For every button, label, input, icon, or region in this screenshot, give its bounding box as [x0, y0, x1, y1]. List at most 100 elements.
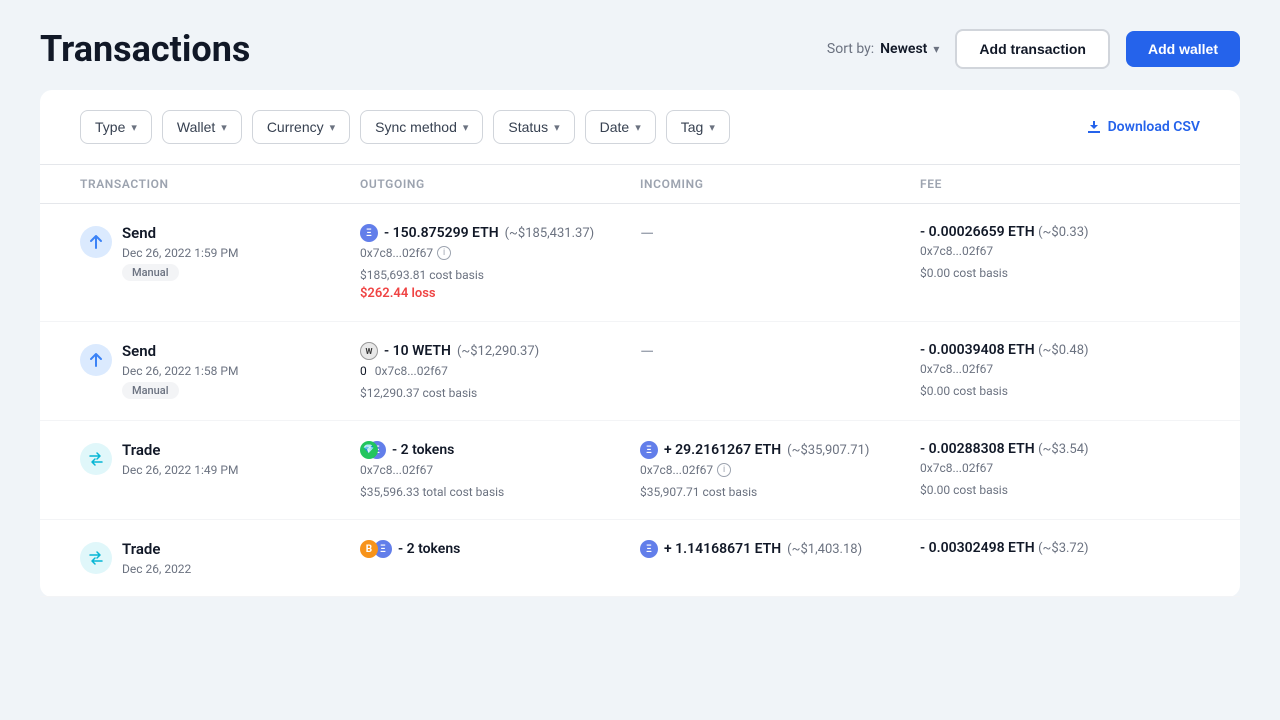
outgoing-address: 0x7c8...02f67 i: [360, 246, 640, 260]
manual-badge: Manual: [122, 382, 179, 399]
tag-chevron-icon: ▾: [709, 121, 715, 134]
sync-method-chevron-icon: ▾: [463, 121, 469, 134]
sort-by-control[interactable]: Sort by: Newest ▾: [827, 41, 940, 57]
outgoing-cell: B Ξ - 2 tokens: [360, 540, 640, 558]
multi-token-icon: 💎 Ξ: [360, 441, 386, 459]
incoming-cost-basis: $35,907.71 cost basis: [640, 485, 920, 499]
incoming-dash: —: [640, 342, 920, 363]
outgoing-cost-basis: $12,290.37 cost basis: [360, 386, 640, 400]
info-icon[interactable]: i: [437, 246, 451, 260]
sort-chevron-icon: ▾: [933, 42, 939, 56]
outgoing-amount: B Ξ - 2 tokens: [360, 540, 640, 558]
status-filter-label: Status: [508, 119, 548, 135]
outgoing-amount: Ξ - 150.875299 ETH (~$185,431.37): [360, 224, 640, 242]
outgoing-cell: W - 10 WETH (~$12,290.37) 0 0x7c8...02f6…: [360, 342, 640, 400]
col-incoming: Incoming: [640, 177, 920, 191]
col-fee: Fee: [920, 177, 1200, 191]
type-name: Trade: [122, 540, 191, 558]
outgoing-amount: 💎 Ξ - 2 tokens: [360, 441, 640, 459]
trade-icon: [80, 443, 112, 475]
incoming-value: + 1.14168671 ETH: [664, 541, 781, 557]
outgoing-cell: 💎 Ξ - 2 tokens 0x7c8...02f67 $35,596.33 …: [360, 441, 640, 499]
fee-amount: - 0.00039408 ETH (~$0.48): [920, 342, 1200, 358]
filter-buttons: Type ▾ Wallet ▾ Currency ▾ Sync method ▾…: [80, 110, 730, 144]
fee-cell: - 0.00302498 ETH (~$3.72): [920, 540, 1200, 556]
up-arrow-icon: [88, 234, 104, 250]
type-info: Trade Dec 26, 2022: [122, 540, 191, 576]
type-cell: Trade Dec 26, 2022 1:49 PM: [80, 441, 360, 477]
date-chevron-icon: ▾: [635, 121, 641, 134]
tag-filter-label: Tag: [681, 119, 704, 135]
page-title: Transactions: [40, 28, 250, 70]
multi-token-icon: B Ξ: [360, 540, 392, 558]
type-info: Send Dec 26, 2022 1:58 PM Manual: [122, 342, 238, 399]
fee-usd: (~$0.33): [1038, 225, 1088, 240]
currency-chevron-icon: ▾: [330, 121, 336, 134]
table-row: Send Dec 26, 2022 1:59 PM Manual Ξ - 150…: [40, 204, 1240, 322]
fee-amount: - 0.00302498 ETH (~$3.72): [920, 540, 1200, 556]
eth-icon: Ξ: [640, 441, 658, 459]
outgoing-address: 0x7c8...02f67: [360, 463, 640, 477]
incoming-usd: (~$1,403.18): [787, 542, 862, 557]
type-chevron-icon: ▾: [131, 121, 137, 134]
type-filter[interactable]: Type ▾: [80, 110, 152, 144]
download-csv-button[interactable]: Download CSV: [1086, 119, 1200, 135]
wallet-chevron-icon: ▾: [221, 121, 227, 134]
outgoing-value: - 2 tokens: [398, 541, 460, 557]
currency-filter[interactable]: Currency ▾: [252, 110, 350, 144]
table-row: Trade Dec 26, 2022 1:49 PM 💎 Ξ - 2 token…: [40, 421, 1240, 520]
outgoing-cell: Ξ - 150.875299 ETH (~$185,431.37) 0x7c8.…: [360, 224, 640, 301]
fee-cell: - 0.00026659 ETH (~$0.33) 0x7c8...02f67 …: [920, 224, 1200, 280]
type-cell: Send Dec 26, 2022 1:59 PM Manual: [80, 224, 360, 281]
trade-arrows-icon: [88, 550, 104, 566]
fee-amount: - 0.00288308 ETH (~$3.54): [920, 441, 1200, 457]
outgoing-usd: (~$12,290.37): [457, 344, 539, 359]
trade-arrows-icon: [88, 451, 104, 467]
type-name: Send: [122, 342, 238, 360]
fee-cost-basis: $0.00 cost basis: [920, 483, 1200, 497]
eth-icon: Ξ: [640, 540, 658, 558]
page-header: Transactions Sort by: Newest ▾ Add trans…: [0, 0, 1280, 90]
col-outgoing: Outgoing: [360, 177, 640, 191]
outgoing-cost-basis: $35,596.33 total cost basis: [360, 485, 640, 499]
type-info: Trade Dec 26, 2022 1:49 PM: [122, 441, 238, 477]
incoming-cell: Ξ + 29.2161267 ETH (~$35,907.71) 0x7c8..…: [640, 441, 920, 499]
b-token-icon: B: [360, 540, 378, 558]
sync-method-filter[interactable]: Sync method ▾: [360, 110, 483, 144]
wallet-filter[interactable]: Wallet ▾: [162, 110, 242, 144]
eth-icon: Ξ: [360, 224, 378, 242]
info-icon[interactable]: i: [717, 463, 731, 477]
incoming-cell: Ξ + 1.14168671 ETH (~$1,403.18): [640, 540, 920, 558]
incoming-cell: —: [640, 224, 920, 245]
date-filter-label: Date: [600, 119, 630, 135]
add-transaction-button[interactable]: Add transaction: [955, 29, 1110, 69]
type-filter-label: Type: [95, 119, 125, 135]
fee-cell: - 0.00288308 ETH (~$3.54) 0x7c8...02f67 …: [920, 441, 1200, 497]
table-row: Send Dec 26, 2022 1:58 PM Manual W - 10 …: [40, 322, 1240, 421]
tag-filter[interactable]: Tag ▾: [666, 110, 730, 144]
col-transaction: Transaction: [80, 177, 360, 191]
fee-cost-basis: $0.00 cost basis: [920, 266, 1200, 280]
sync-method-filter-label: Sync method: [375, 119, 457, 135]
main-content: Type ▾ Wallet ▾ Currency ▾ Sync method ▾…: [0, 90, 1280, 597]
fee-amount: - 0.00026659 ETH (~$0.33): [920, 224, 1200, 240]
download-icon: [1086, 119, 1102, 135]
type-date: Dec 26, 2022 1:58 PM: [122, 364, 238, 378]
outgoing-value: - 2 tokens: [392, 442, 454, 458]
status-chevron-icon: ▾: [554, 121, 560, 134]
type-cell: Trade Dec 26, 2022: [80, 540, 360, 576]
manual-badge: Manual: [122, 264, 179, 281]
status-filter[interactable]: Status ▾: [493, 110, 574, 144]
weth-icon: W: [360, 342, 378, 360]
date-filter[interactable]: Date ▾: [585, 110, 656, 144]
fee-address: 0x7c8...02f67: [920, 244, 1200, 258]
fee-usd: (~$3.54): [1038, 442, 1088, 457]
send-icon: [80, 344, 112, 376]
type-cell: Send Dec 26, 2022 1:58 PM Manual: [80, 342, 360, 399]
fee-usd: (~$3.72): [1038, 541, 1088, 556]
incoming-value: + 29.2161267 ETH: [664, 442, 781, 458]
outgoing-address: 0 0x7c8...02f67: [360, 364, 640, 378]
incoming-dash: —: [640, 224, 920, 245]
download-csv-label: Download CSV: [1108, 119, 1200, 135]
add-wallet-button[interactable]: Add wallet: [1126, 31, 1240, 67]
